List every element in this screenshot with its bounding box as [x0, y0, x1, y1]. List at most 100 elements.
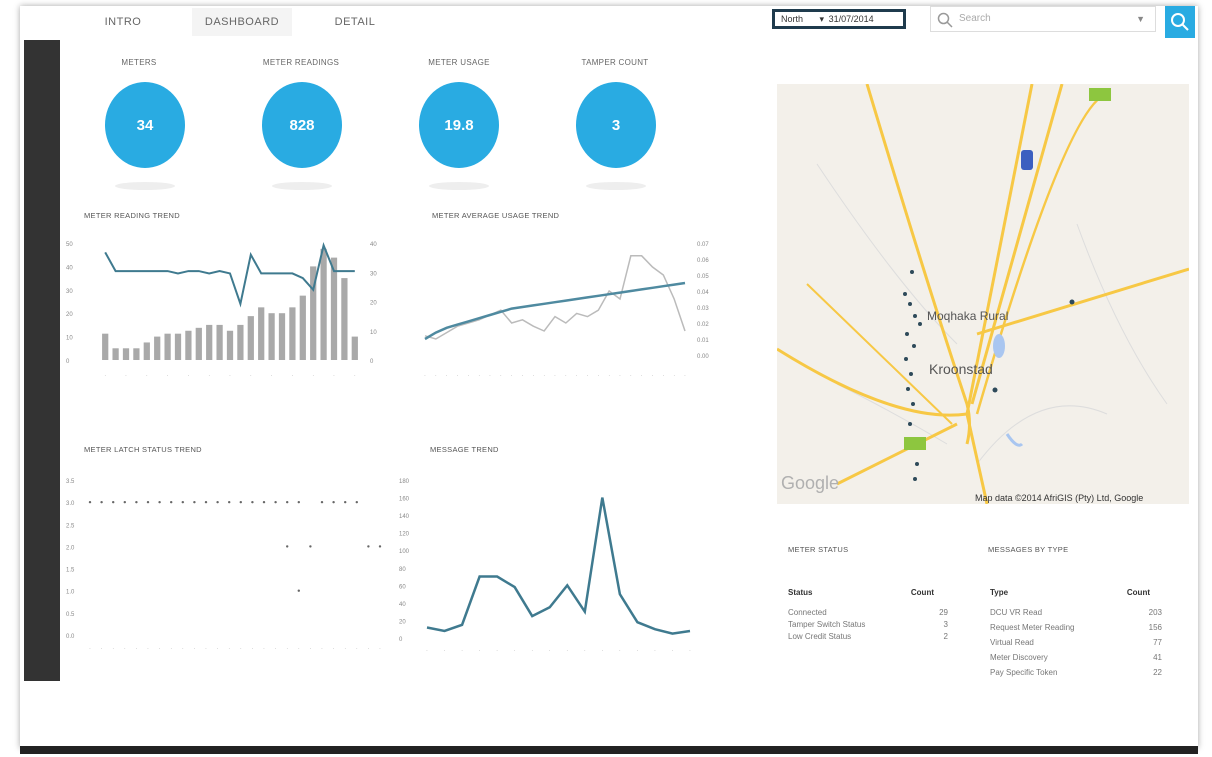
tab-intro[interactable]: INTRO: [80, 8, 166, 36]
data-point: [309, 545, 312, 548]
x-tick: ·: [597, 373, 599, 379]
table-row[interactable]: DCU VR Read 203: [990, 608, 1162, 623]
x-tick: ·: [356, 646, 358, 652]
tab-detail[interactable]: DETAIL: [320, 8, 390, 36]
table-row[interactable]: Connected 29: [788, 608, 948, 620]
y-tick-label: 40: [399, 602, 406, 608]
search-button[interactable]: [1165, 6, 1195, 38]
latch-trend-chart[interactable]: 0.0 0.5 1.0 1.5 2.0 2.5 3.0 3.5 · · · · · · · · · · · · · · · ·…: [60, 470, 390, 655]
status-count: 3: [943, 620, 948, 629]
region-value: North: [781, 14, 804, 24]
y-tick-label: 0.04: [697, 290, 709, 296]
kpi-usage-value[interactable]: 19.8: [419, 82, 499, 168]
table-row[interactable]: Virtual Read 77: [990, 638, 1162, 653]
usage-trend-title: METER AVERAGE USAGE TREND: [432, 211, 560, 220]
bar: [195, 327, 202, 360]
table-row[interactable]: Tamper Switch Status 3: [788, 620, 948, 632]
series-line: [104, 242, 355, 308]
bar: [320, 248, 327, 360]
x-tick: ·: [252, 646, 254, 652]
search-input[interactable]: Search ▼: [930, 6, 1156, 32]
table-row[interactable]: Pay Specific Token 22: [990, 668, 1162, 683]
kpi-shadow: [272, 182, 332, 190]
table-row[interactable]: Low Credit Status 2: [788, 632, 948, 644]
search-placeholder: Search: [959, 13, 991, 24]
kpi-shadow: [115, 182, 175, 190]
kpi-shadow: [429, 182, 489, 190]
status-name: Tamper Switch Status: [788, 620, 866, 629]
kpi-meters-value[interactable]: 34: [105, 82, 185, 168]
data-point: [286, 500, 289, 504]
bar: [289, 307, 296, 360]
data-point: [204, 500, 208, 504]
x-tick: ·: [435, 373, 437, 379]
map-canvas[interactable]: Moqhaka Rural Kroonstad Google Map data …: [777, 84, 1189, 504]
bar: [330, 257, 338, 360]
x-tick: ·: [461, 648, 463, 654]
count-header: Count: [1126, 588, 1150, 597]
latch-trend-title: METER LATCH STATUS TREND: [84, 445, 202, 454]
map[interactable]: Moqhaka Rural Kroonstad Google Map data …: [777, 84, 1189, 504]
tab-dashboard[interactable]: DASHBOARD: [192, 8, 292, 36]
kpi-meters-label: METERS: [121, 58, 157, 67]
x-tick: ·: [182, 646, 184, 652]
map-label-kroonstad: Kroonstad: [929, 361, 993, 377]
x-tick: ·: [167, 373, 169, 379]
type-header: Type: [990, 588, 1009, 597]
kpi-readings-value[interactable]: 828: [262, 82, 342, 168]
data-point: [158, 500, 161, 504]
chevron-down-icon[interactable]: ▼: [1136, 14, 1145, 24]
x-tick: ·: [531, 648, 533, 654]
y-tick-label: 1.0: [66, 590, 75, 596]
message-trend-chart[interactable]: 0 20 40 60 80 100 120 140 160 180 · · · · · · · · · · · · · · · ·: [395, 470, 705, 655]
x-tick: ·: [467, 373, 469, 379]
bar: [247, 316, 254, 360]
data-point: [146, 500, 150, 504]
data-point: [297, 500, 300, 504]
bar: [122, 348, 130, 360]
type-count: 156: [1148, 623, 1162, 632]
kpi-usage-label: METER USAGE: [428, 58, 490, 67]
y-tick-label: 180: [399, 479, 410, 485]
usage-trend-chart[interactable]: 0.00 0.01 0.02 0.03 0.04 0.05 0.06 0.07 · · · · · · · ·…: [410, 235, 720, 385]
bar: [258, 307, 265, 360]
type-name: Meter Discovery: [990, 653, 1048, 662]
x-tick: ·: [565, 373, 567, 379]
x-tick: ·: [205, 646, 207, 652]
x-tick: ·: [654, 648, 656, 654]
x-tick: ·: [457, 373, 459, 379]
y-tick-label: 0.5: [66, 612, 75, 618]
bar: [278, 313, 286, 360]
x-tick: ·: [584, 648, 586, 654]
x-tick: ·: [136, 646, 138, 652]
x-tick: ·: [312, 373, 314, 379]
actual-line: [424, 255, 686, 340]
kpi-tamper-value[interactable]: 3: [576, 82, 656, 168]
table-row[interactable]: Meter Discovery 41: [990, 653, 1162, 668]
x-tick: ·: [444, 648, 446, 654]
x-tick: ·: [263, 646, 265, 652]
sidebar[interactable]: [24, 40, 60, 681]
y-tick-label: 0.05: [697, 274, 709, 280]
table-row[interactable]: Request Meter Reading 156: [990, 623, 1162, 638]
x-tick: ·: [514, 648, 516, 654]
kpi-tamper-label: TAMPER COUNT: [581, 58, 649, 67]
reading-trend-title: METER READING TREND: [84, 211, 180, 220]
reading-trend-chart[interactable]: 0 10 20 30 40 50 0 10 20 30 40 · · · · · · · · · · · · ·: [60, 235, 390, 385]
type-name: Request Meter Reading: [990, 623, 1075, 632]
x-tick: ·: [637, 648, 639, 654]
type-count: 22: [1153, 668, 1162, 677]
message-trend-title: MESSAGE TREND: [430, 445, 499, 454]
x-tick: ·: [619, 373, 621, 379]
x-tick: ·: [532, 373, 534, 379]
date-filter[interactable]: North ▾ 31/07/2014: [772, 9, 906, 29]
meter-status-title: METER STATUS: [788, 545, 849, 554]
x-tick: ·: [554, 373, 556, 379]
x-tick: ·: [426, 648, 428, 654]
x-tick: ·: [496, 648, 498, 654]
x-tick: ·: [354, 373, 356, 379]
x-tick: ·: [673, 373, 675, 379]
y-tick-label: 0: [66, 359, 70, 365]
y-tick-label: 30: [66, 289, 73, 295]
search-icon: [1171, 13, 1189, 31]
